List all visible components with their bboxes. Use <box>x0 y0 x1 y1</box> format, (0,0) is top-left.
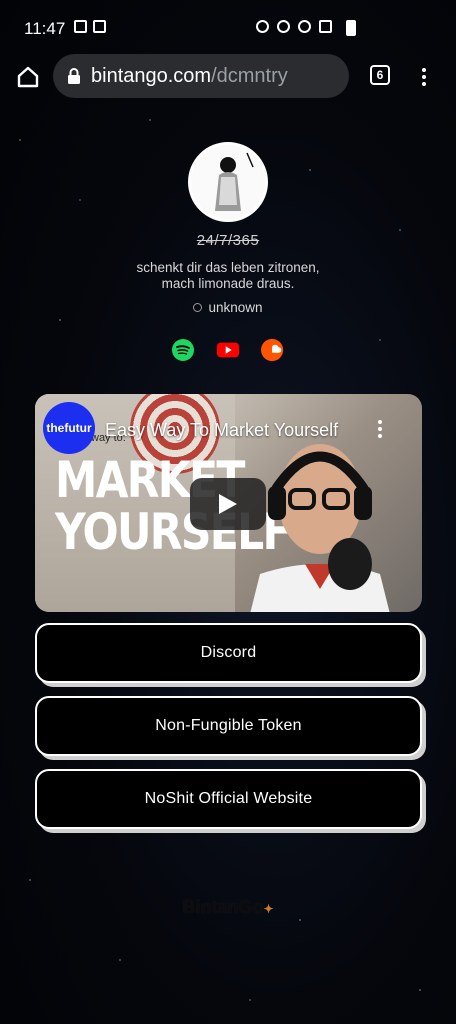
social-links <box>0 338 456 362</box>
battery-icon <box>346 20 356 36</box>
status-time: 11:47 <box>24 19 66 38</box>
profile-name: 24/7/365 <box>196 232 260 249</box>
alarm-icon <box>256 20 269 33</box>
home-icon <box>17 66 39 88</box>
location-text: unknown <box>208 300 263 315</box>
location-pin-icon <box>193 303 203 312</box>
spotify-icon <box>172 339 194 361</box>
footer-brand[interactable]: BintanGo✦ <box>0 897 456 918</box>
laptop-icon <box>93 20 106 33</box>
youtube-icon <box>216 342 240 358</box>
youtube-video-embed[interactable]: way to: MARKET YOURSELF thefutur Easy Wa… <box>35 394 422 612</box>
avatar-image <box>191 145 265 219</box>
spotify-link[interactable] <box>171 338 195 362</box>
status-bar: 11:47 <box>0 0 456 54</box>
video-menu-button[interactable] <box>375 420 385 440</box>
sparkle-icon: ✦ <box>263 902 274 916</box>
channel-avatar[interactable]: thefutur <box>43 402 95 454</box>
youtube-link[interactable] <box>216 338 240 362</box>
tab-switcher-button[interactable]: 6 <box>370 65 390 85</box>
link-button-nft[interactable]: Non-Fungible Token <box>35 696 422 756</box>
link-button-discord[interactable]: Discord <box>35 623 422 683</box>
url-path: /dcmntry <box>211 64 288 87</box>
bio-line-2: mach limonade draus. <box>161 276 295 291</box>
gallery-icon <box>74 20 87 33</box>
brand-text: BintanGo <box>182 897 264 917</box>
link-button-official-website[interactable]: NoShit Official Website <box>35 769 422 829</box>
profile-bio: schenkt dir das leben zitronen, mach lim… <box>0 260 456 292</box>
url-host: bintango.com <box>91 64 212 87</box>
profile-location: unknown <box>0 300 456 315</box>
lock-icon <box>67 68 81 84</box>
avatar <box>188 142 268 222</box>
bio-line-1: schenkt dir das leben zitronen, <box>136 260 320 275</box>
overflow-menu-button[interactable] <box>416 62 432 92</box>
address-bar[interactable]: bintango.com/dcmntry <box>53 54 349 98</box>
soundcloud-link[interactable] <box>261 338 285 362</box>
soundcloud-icon <box>261 338 284 362</box>
video-title[interactable]: Easy Way To Market Yourself <box>105 420 355 441</box>
presenter-image <box>250 444 390 612</box>
notification-icons <box>74 20 106 33</box>
wifi-icon <box>298 20 311 33</box>
system-icons <box>256 20 332 33</box>
location-icon <box>277 20 290 33</box>
browser-toolbar: bintango.com/dcmntry 6 <box>0 54 456 100</box>
play-icon <box>219 494 237 514</box>
signal-icon <box>319 20 332 33</box>
play-button[interactable] <box>190 478 266 530</box>
home-button[interactable] <box>12 62 44 92</box>
